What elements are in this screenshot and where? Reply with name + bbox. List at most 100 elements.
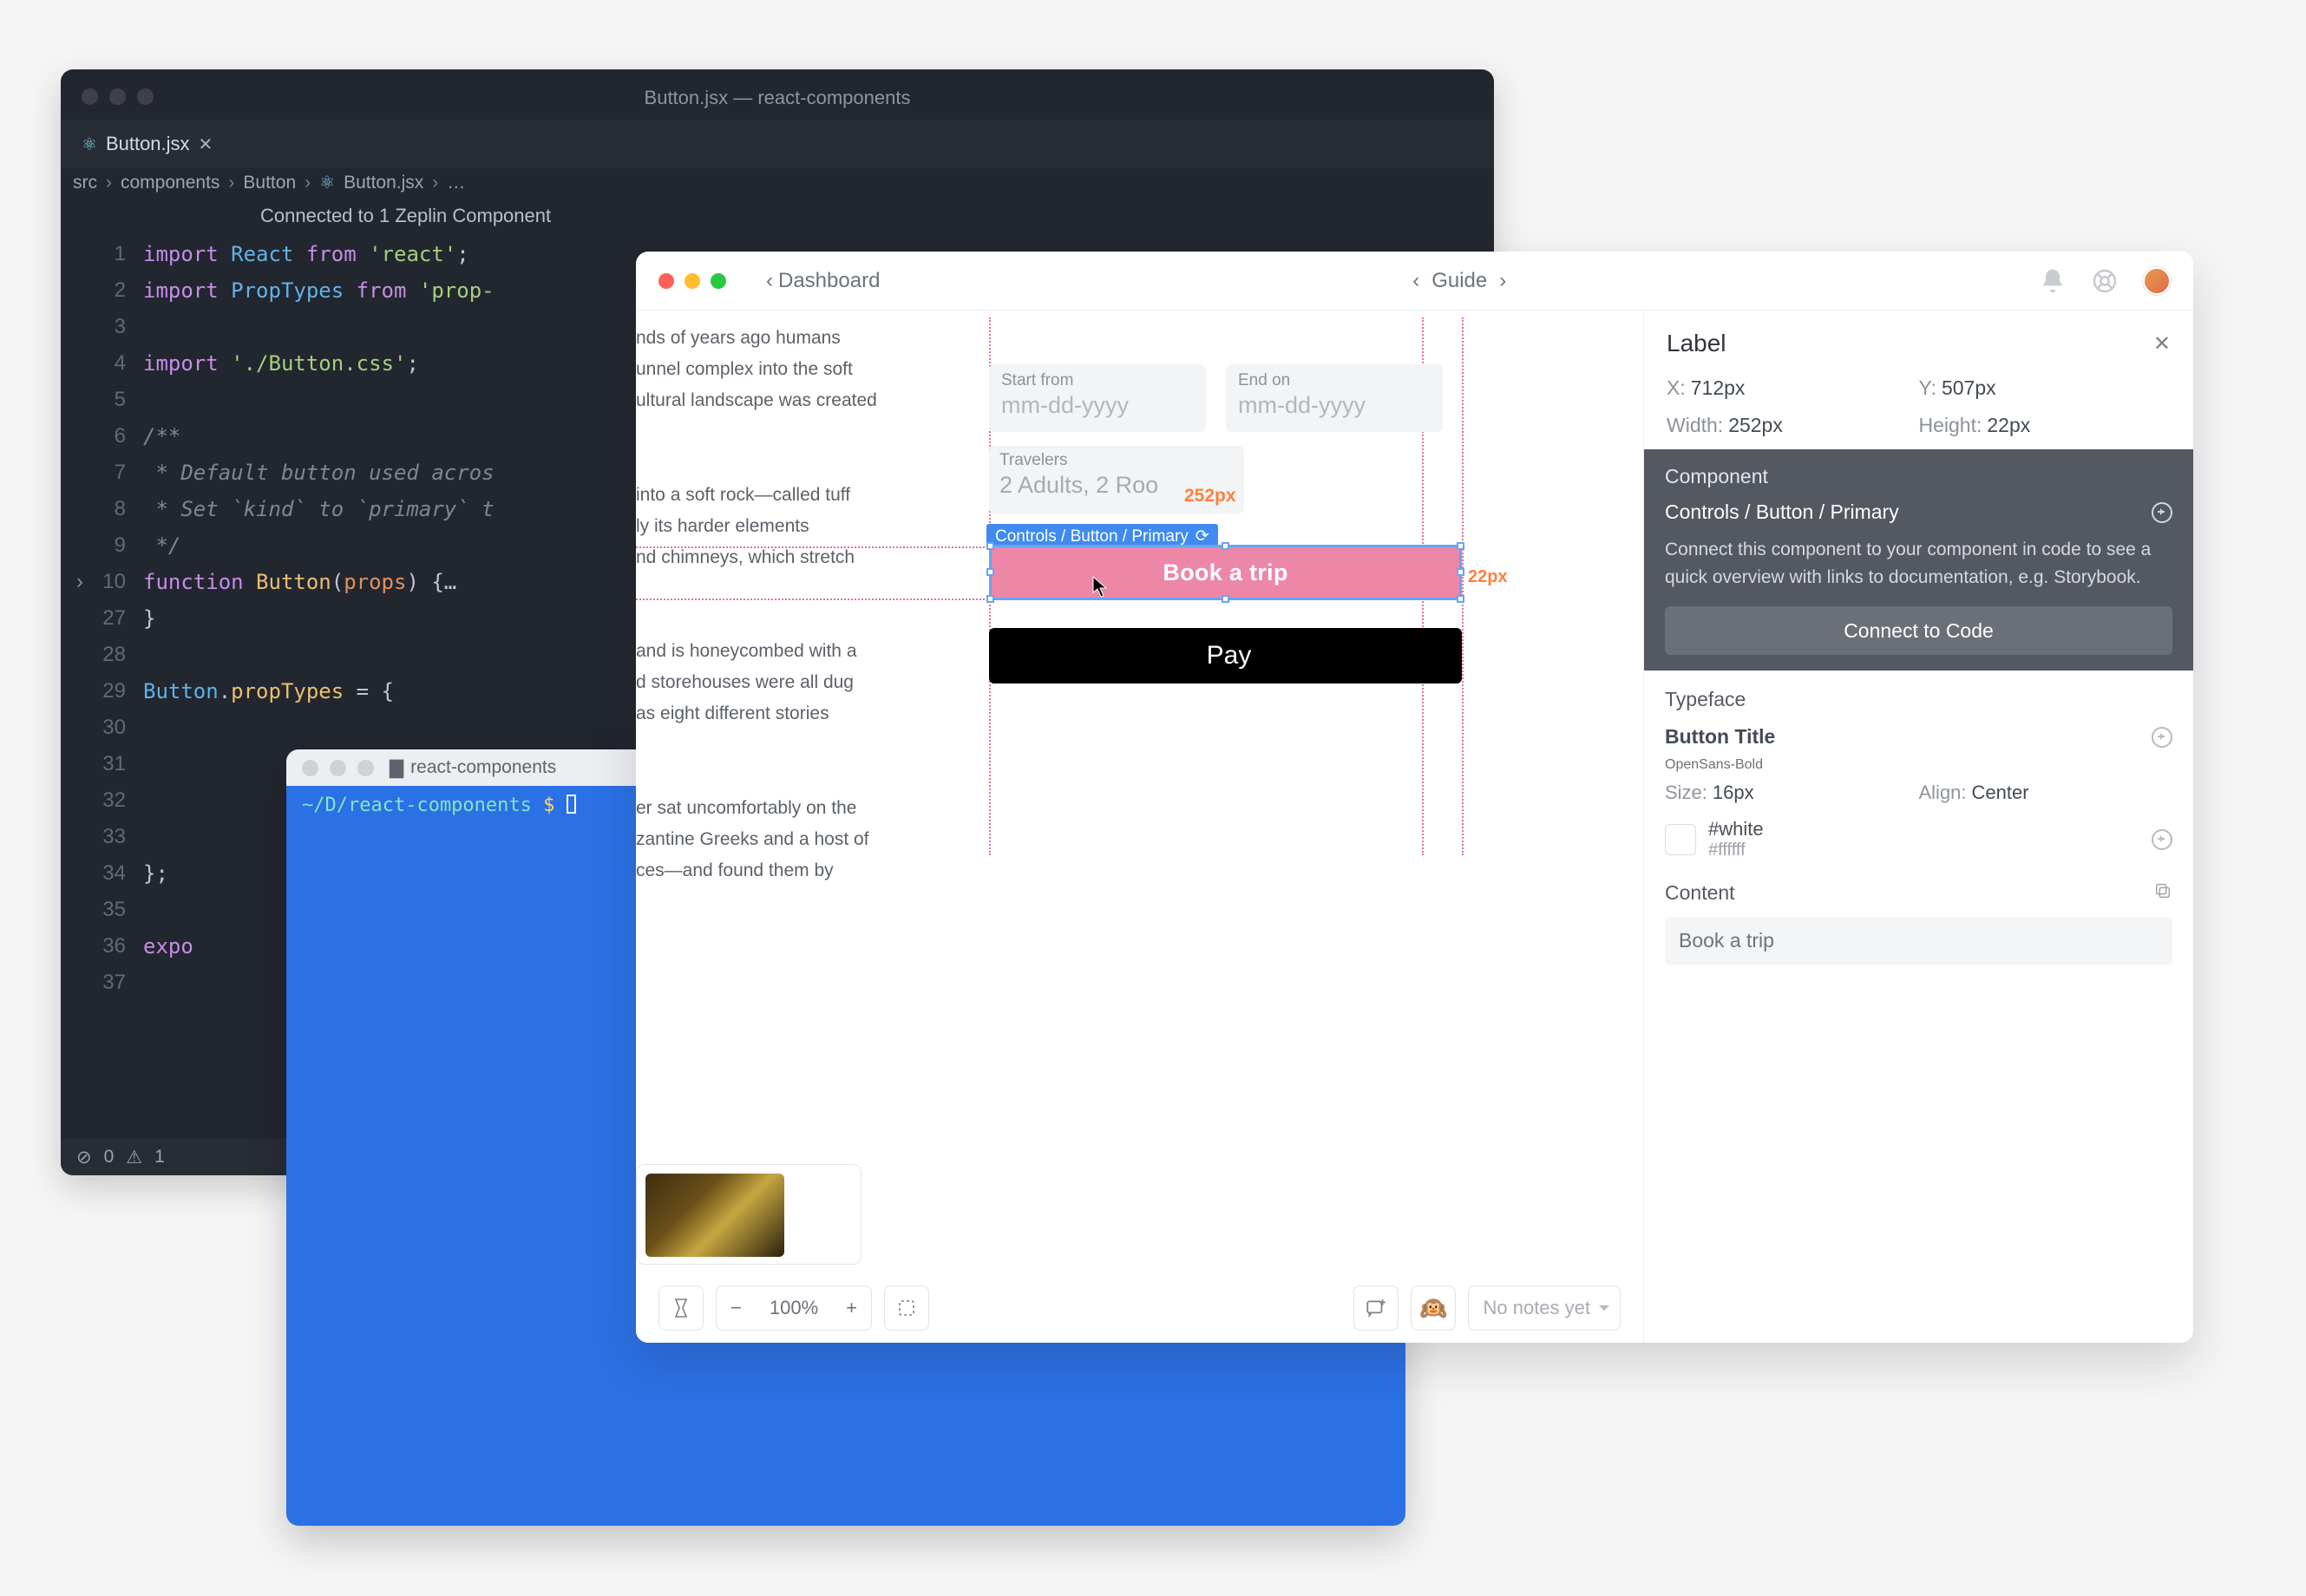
window-traffic-lights[interactable] (302, 760, 374, 776)
zeplin-window: ‹ Dashboard ‹ Guide › nds of (636, 252, 2193, 1343)
content-section: Content Book a trip (1644, 869, 2193, 965)
content-value[interactable]: Book a trip (1665, 917, 2172, 965)
section-heading: Content (1665, 881, 1735, 905)
screen-nav: ‹ Guide › (1412, 269, 1506, 293)
start-date-input[interactable]: Start from mm-dd-yyyy (989, 364, 1206, 432)
back-label: Dashboard (778, 269, 880, 293)
breadcrumb[interactable]: src› components› Button› ⚛ Button.jsx› … (73, 172, 465, 193)
copy-icon[interactable] (2153, 881, 2172, 905)
react-icon: ⚛ (319, 172, 335, 193)
warning-icon[interactable]: ⚠ (126, 1147, 142, 1168)
metric-label: X: (1667, 376, 1686, 399)
chip-label: Controls / Button / Primary (995, 527, 1189, 546)
metric-label: Y: (1919, 376, 1936, 399)
component-section: Component Controls / Button / Primary Co… (1644, 449, 2193, 670)
breadcrumb-components[interactable]: components (121, 173, 219, 193)
measurement-right: 22px (1468, 567, 1508, 587)
goto-icon[interactable] (2152, 502, 2172, 523)
terminal-title: ▇ react-components (390, 757, 556, 779)
book-trip-button[interactable]: Book a trip (989, 545, 1462, 600)
tab-filename: Button.jsx (106, 133, 190, 155)
height-value: 22px (1987, 414, 2030, 436)
traffic-max[interactable] (357, 760, 374, 776)
back-button[interactable]: ‹ Dashboard (766, 269, 880, 293)
component-description: Connect this component to your component… (1665, 536, 2172, 591)
error-icon[interactable]: ⊘ (76, 1147, 92, 1168)
close-icon[interactable]: ✕ (199, 134, 213, 155)
measurement-width: 252px (1184, 486, 1236, 507)
zoom-in-button[interactable]: + (832, 1286, 871, 1330)
history-button[interactable] (658, 1285, 704, 1331)
metric-label: Align: (1919, 782, 1967, 803)
zeplin-titlebar: ‹ Dashboard ‹ Guide › (636, 252, 2193, 311)
react-icon: ⚛ (82, 134, 97, 155)
metric-label: Height: (1919, 414, 1982, 436)
zoom-value: 100% (756, 1286, 832, 1330)
input-placeholder: mm-dd-yyyy (1238, 392, 1431, 419)
y-value: 507px (1942, 376, 1996, 399)
screen-title: Guide (1431, 269, 1487, 293)
align-value: Center (1972, 782, 2029, 803)
tab-bar: ⚛ Button.jsx ✕ (61, 120, 1494, 168)
inspector-title: Label (1667, 330, 1726, 357)
window-title: Button.jsx — react-components (61, 87, 1494, 109)
bell-icon[interactable] (2039, 267, 2067, 295)
traffic-max[interactable] (711, 273, 726, 289)
metric-label: Width: (1667, 414, 1723, 436)
button-label: Pay (1207, 641, 1252, 670)
section-heading: Component (1665, 465, 2172, 488)
font-family: OpenSans-Bold (1665, 757, 2172, 773)
design-canvas[interactable]: nds of years ago humans unnel complex in… (636, 311, 1643, 1343)
button-label: Book a trip (1163, 559, 1287, 586)
typeface-section: Typeface Button Title OpenSans-Bold Size… (1644, 670, 2193, 869)
text-style-name: Button Title (1665, 725, 1775, 749)
input-label: End on (1238, 371, 1431, 390)
prev-screen-button[interactable]: ‹ (1412, 269, 1419, 293)
sync-icon: ⟳ (1196, 527, 1209, 546)
close-icon[interactable]: ✕ (2153, 331, 2171, 356)
color-swatch[interactable] (1665, 824, 1696, 855)
notes-toolbar: 🙉 No notes yet (1353, 1285, 1621, 1331)
breadcrumb-file[interactable]: Button.jsx (344, 173, 423, 193)
chevron-left-icon: ‹ (766, 269, 773, 293)
traffic-min[interactable] (330, 760, 346, 776)
window-traffic-lights[interactable] (658, 273, 726, 289)
traffic-min[interactable] (685, 273, 700, 289)
guide-line (1462, 317, 1464, 855)
help-icon[interactable] (2091, 267, 2119, 295)
input-label: Start from (1001, 371, 1194, 390)
traffic-close[interactable] (302, 760, 318, 776)
next-screen-button[interactable]: › (1499, 269, 1506, 293)
section-heading: Typeface (1665, 688, 2172, 711)
warning-count: 1 (154, 1147, 165, 1168)
color-name: #white (1708, 818, 1764, 841)
canvas-toolbar: − 100% + (658, 1285, 929, 1331)
breadcrumb-button-dir[interactable]: Button (243, 173, 296, 193)
input-placeholder: mm-dd-yyyy (1001, 392, 1194, 419)
cursor-icon (1092, 576, 1108, 598)
add-note-button[interactable] (1353, 1285, 1399, 1331)
traffic-close[interactable] (658, 273, 674, 289)
tab-button-jsx[interactable]: ⚛ Button.jsx ✕ (71, 120, 223, 168)
button-label: Connect to Code (1844, 619, 1994, 643)
breadcrumb-src[interactable]: src (73, 173, 97, 193)
artboard-toggle[interactable] (884, 1285, 929, 1331)
color-hex: #ffffff (1708, 841, 1764, 860)
avatar[interactable] (2143, 267, 2171, 295)
inspector-panel: Label ✕ X:712px Y:507px Width:252px Heig… (1643, 311, 2193, 1343)
width-value: 252px (1728, 414, 1783, 436)
design-frame: Start from mm-dd-yyyy End on mm-dd-yyyy … (986, 317, 1466, 855)
input-label: Travelers (999, 451, 1234, 470)
apple-pay-button[interactable]: Pay (989, 628, 1462, 684)
goto-icon[interactable] (2152, 829, 2172, 850)
cursor (567, 795, 576, 814)
artboard-thumbnail[interactable] (636, 1164, 861, 1265)
notes-select[interactable]: No notes yet (1468, 1285, 1621, 1331)
goto-icon[interactable] (2152, 727, 2172, 748)
emoji-button[interactable]: 🙉 (1411, 1285, 1456, 1331)
breadcrumb-more: … (447, 173, 465, 193)
zoom-out-button[interactable]: − (717, 1286, 756, 1330)
connect-to-code-button[interactable]: Connect to Code (1665, 606, 2172, 655)
end-date-input[interactable]: End on mm-dd-yyyy (1226, 364, 1443, 432)
folder-icon: ▇ (390, 757, 403, 779)
